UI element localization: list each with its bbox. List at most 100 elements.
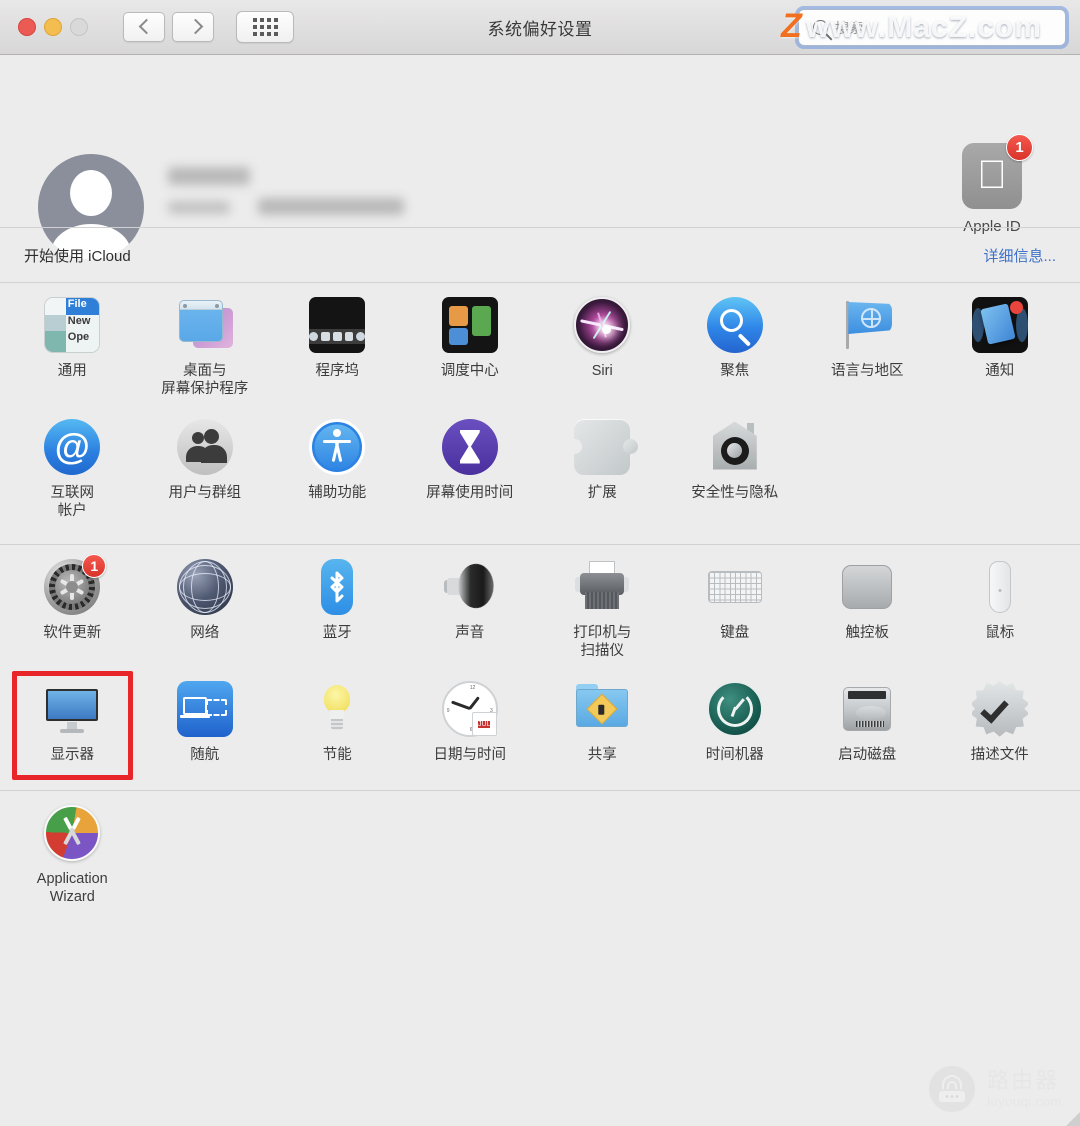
general-icon-file-text: File bbox=[65, 298, 100, 315]
preferences-group-hardware: 1 软件更新 网络 蓝牙 声音 打印机与 扫描仪 键盘 触控板 鼠标 显示器 随… bbox=[0, 544, 1080, 790]
pref-item-software-update[interactable]: 1 软件更新 bbox=[6, 545, 139, 667]
router-icon bbox=[929, 1066, 976, 1112]
watermark-subtitle: luyouqi.com bbox=[987, 1093, 1062, 1109]
trackpad-icon bbox=[839, 559, 895, 615]
pref-item-mission-control[interactable]: 调度中心 bbox=[404, 283, 537, 405]
avatar-head-shape bbox=[70, 170, 112, 216]
pref-label: 打印机与 扫描仪 bbox=[573, 625, 632, 660]
search-icon bbox=[813, 20, 828, 35]
watermark-macz-logo: Z bbox=[781, 7, 802, 45]
pref-item-desktop-screensaver[interactable]: 桌面与 屏幕保护程序 bbox=[139, 283, 272, 405]
security-privacy-icon bbox=[707, 419, 763, 475]
pref-label: 声音 bbox=[455, 625, 485, 642]
apple-logo-icon:  1 bbox=[962, 134, 1033, 209]
general-icon: File New Ope bbox=[44, 297, 101, 353]
pref-item-general[interactable]: File New Ope 通用 bbox=[6, 283, 139, 405]
pref-item-sharing[interactable]: 共享 bbox=[536, 667, 669, 770]
pref-label: 键盘 bbox=[720, 625, 750, 642]
corner-fold-decoration bbox=[1066, 1112, 1080, 1126]
dock-icon bbox=[309, 297, 366, 353]
pref-label: 时间机器 bbox=[705, 746, 764, 763]
pref-label: 语言与地区 bbox=[831, 363, 904, 379]
pref-item-internet-accounts[interactable]: @ 互联网 帐户 bbox=[6, 405, 139, 527]
pref-item-mouse[interactable]: 鼠标 bbox=[934, 545, 1067, 667]
pref-label: 互联网 帐户 bbox=[50, 484, 95, 519]
pref-label: 蓝牙 bbox=[322, 625, 352, 642]
pref-item-users-groups[interactable]: 用户与群组 bbox=[139, 405, 272, 527]
pref-item-bluetooth[interactable]: 蓝牙 bbox=[271, 545, 404, 667]
screen-time-icon bbox=[441, 418, 498, 475]
pref-label: 共享 bbox=[587, 746, 617, 763]
pref-item-accessibility[interactable]: 辅助功能 bbox=[271, 405, 404, 527]
pref-item-network[interactable]: 网络 bbox=[139, 545, 272, 667]
pref-label: 日期与时间 bbox=[433, 746, 507, 763]
pref-item-sound[interactable]: 声音 bbox=[404, 545, 537, 667]
profiles-icon bbox=[971, 680, 1028, 737]
pref-label: 显示器 bbox=[50, 746, 95, 763]
sharing-icon bbox=[574, 681, 630, 737]
watermark-text-block: 路由器 luyouqi.com bbox=[987, 1068, 1062, 1109]
startup-disk-icon bbox=[839, 681, 895, 737]
displays-icon bbox=[44, 681, 100, 737]
pref-item-keyboard[interactable]: 键盘 bbox=[669, 545, 802, 667]
siri-icon bbox=[574, 297, 631, 353]
pref-label: 软件更新 bbox=[43, 625, 102, 642]
language-region-icon bbox=[839, 297, 895, 353]
accessibility-icon bbox=[309, 418, 366, 475]
icloud-row: 开始使用 iCloud 详细信息... bbox=[0, 227, 1080, 282]
icloud-text: 开始使用 iCloud bbox=[24, 247, 131, 265]
pref-label: 鼠标 bbox=[985, 625, 1015, 642]
apple-id-button[interactable]:  1 Apple ID bbox=[942, 134, 1042, 235]
pref-item-notifications[interactable]: 通知 bbox=[934, 283, 1067, 405]
pref-label: 程序坞 bbox=[315, 363, 360, 379]
software-update-badge: 1 bbox=[82, 554, 107, 579]
pref-item-spotlight[interactable]: 聚焦 bbox=[669, 283, 802, 405]
pref-label: 辅助功能 bbox=[308, 484, 367, 501]
search-input[interactable]: 搜索 bbox=[798, 9, 1066, 46]
account-name-redacted bbox=[168, 167, 250, 185]
icon-grid-other: Application Wizard bbox=[6, 791, 1074, 913]
energy-saver-icon bbox=[309, 681, 365, 737]
pref-item-profiles[interactable]: 描述文件 bbox=[934, 667, 1067, 770]
pref-item-time-machine[interactable]: 时间机器 bbox=[669, 667, 802, 770]
pref-item-extensions[interactable]: 扩展 bbox=[536, 405, 669, 527]
pref-label: 聚焦 bbox=[720, 363, 750, 379]
account-email-redacted bbox=[258, 198, 404, 215]
pref-item-trackpad[interactable]: 触控板 bbox=[801, 545, 934, 667]
pref-label: Siri bbox=[591, 363, 613, 379]
icloud-details-link[interactable]: 详细信息... bbox=[983, 245, 1056, 266]
pref-item-startup-disk[interactable]: 启动磁盘 bbox=[801, 667, 934, 770]
apple-glyph:  bbox=[977, 155, 1007, 195]
pref-item-displays[interactable]: 显示器 bbox=[6, 667, 139, 781]
watermark-luyouqi: 路由器 luyouqi.com bbox=[929, 1066, 1062, 1112]
system-preferences-window: 系统偏好设置 搜索 www.MacZ.com Z  1 Apple ID bbox=[0, 0, 1080, 1126]
pref-item-sidecar[interactable]: 随航 bbox=[139, 667, 272, 770]
mission-control-icon bbox=[441, 297, 498, 353]
software-update-icon: 1 bbox=[44, 554, 107, 616]
pref-item-application-wizard[interactable]: Application Wizard bbox=[6, 791, 139, 913]
pref-label: 扩展 bbox=[587, 484, 617, 501]
pref-label: 节能 bbox=[322, 746, 352, 763]
pref-item-language-region[interactable]: 语言与地区 bbox=[801, 283, 934, 405]
printers-scanners-icon bbox=[574, 559, 630, 615]
users-groups-icon bbox=[176, 418, 233, 475]
icon-grid-personal: File New Ope 通用 桌面与 屏幕保护程序 程序坞 调度中心 Siri… bbox=[6, 283, 1074, 526]
notifications-icon bbox=[971, 297, 1028, 353]
apple-id-section:  1 Apple ID bbox=[0, 55, 1080, 260]
network-icon bbox=[176, 559, 233, 616]
pref-item-date-time[interactable]: 12 3 6 9 JUL 18 日期与时间 bbox=[404, 667, 537, 770]
pref-item-security-privacy[interactable]: 安全性与隐私 bbox=[669, 405, 802, 527]
pref-item-dock[interactable]: 程序坞 bbox=[271, 283, 404, 405]
pref-item-printers-scanners[interactable]: 打印机与 扫描仪 bbox=[536, 545, 669, 667]
pref-label: 屏幕使用时间 bbox=[426, 484, 514, 501]
pref-item-siri[interactable]: Siri bbox=[536, 283, 669, 405]
general-icon-new-text: New bbox=[65, 314, 100, 332]
calendar-day: 18 bbox=[477, 732, 491, 735]
preferences-group-other: Application Wizard bbox=[0, 789, 1080, 939]
watermark-title: 路由器 bbox=[987, 1068, 1060, 1094]
pref-item-screen-time[interactable]: 屏幕使用时间 bbox=[404, 405, 537, 527]
pref-label: 通知 bbox=[985, 363, 1015, 379]
apple-id-badge: 1 bbox=[1006, 134, 1033, 161]
pref-item-energy-saver[interactable]: 节能 bbox=[271, 667, 404, 770]
pref-label: 调度中心 bbox=[440, 363, 499, 379]
